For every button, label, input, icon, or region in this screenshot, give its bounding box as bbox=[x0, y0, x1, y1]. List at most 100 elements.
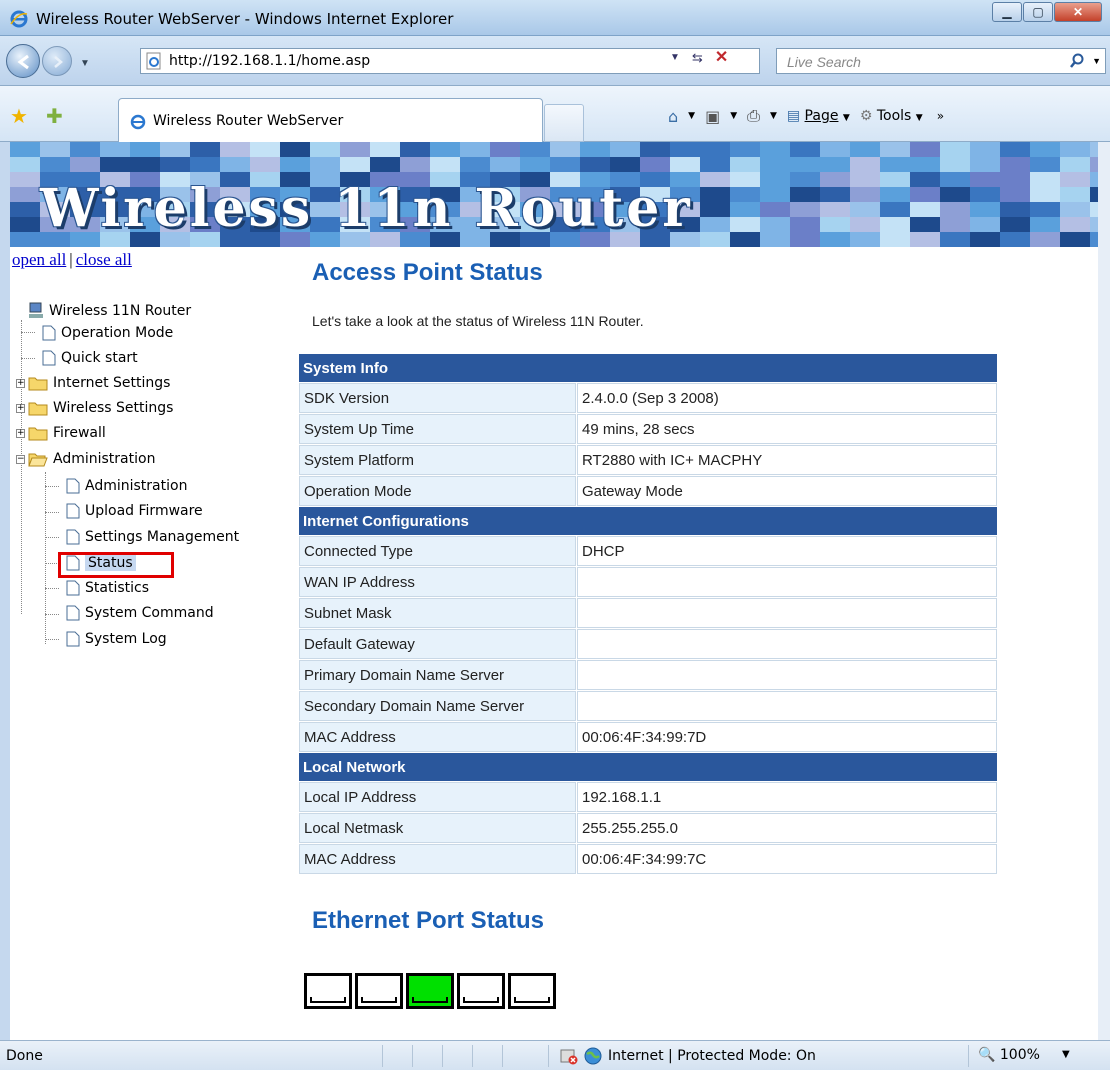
expand-plus-icon[interactable]: + bbox=[16, 428, 25, 438]
row-value: 00:06:4F:34:99:7C bbox=[577, 844, 997, 874]
row-label: SDK Version bbox=[299, 383, 576, 413]
add-favorites-icon[interactable]: ✚ bbox=[46, 104, 63, 129]
sidebar-item-label: Administration bbox=[53, 451, 156, 467]
sidebar-item-wireless-settings[interactable]: + Wireless Settings bbox=[16, 397, 173, 419]
forward-button[interactable] bbox=[42, 46, 72, 76]
row-label: Operation Mode bbox=[299, 476, 576, 506]
open-all-link[interactable]: open all bbox=[12, 250, 66, 269]
folder-open-icon bbox=[28, 453, 48, 467]
close-all-link[interactable]: close all bbox=[76, 250, 132, 269]
sidebar-item-administration-folder[interactable]: − Administration bbox=[16, 448, 155, 470]
sidebar-item-upload-firmware[interactable]: Upload Firmware bbox=[66, 500, 203, 522]
folder-icon bbox=[28, 402, 48, 416]
row-value: 2.4.0.0 (Sep 3 2008) bbox=[577, 383, 997, 413]
row-label: MAC Address bbox=[299, 844, 576, 874]
row-label: MAC Address bbox=[299, 722, 576, 752]
row-value bbox=[577, 629, 997, 659]
new-tab-button[interactable] bbox=[544, 104, 584, 142]
ethernet-port-title: Ethernet Port Status bbox=[312, 907, 545, 934]
page-icon bbox=[66, 580, 80, 596]
sidebar-item-system-command[interactable]: System Command bbox=[66, 602, 214, 624]
intro-text: Let's take a look at the status of Wirel… bbox=[312, 313, 644, 329]
browser-statusbar: Done Internet | Protected Mode: On 🔍 100… bbox=[0, 1040, 1110, 1070]
page-icon bbox=[66, 529, 80, 545]
feeds-dropdown-icon[interactable]: ▼ bbox=[730, 111, 737, 121]
search-input[interactable]: Live Search ▼ bbox=[776, 48, 1106, 74]
feeds-icon[interactable]: ▣ bbox=[705, 107, 720, 126]
row-value bbox=[577, 598, 997, 628]
section-header-row: System Info bbox=[299, 354, 997, 382]
home-dropdown-icon[interactable]: ▼ bbox=[688, 111, 695, 121]
refresh-icon[interactable]: ⇆ bbox=[692, 50, 703, 67]
url-dropdown-icon[interactable]: ▼ bbox=[670, 52, 680, 67]
row-value: Gateway Mode bbox=[577, 476, 997, 506]
router-computer-icon bbox=[29, 302, 43, 318]
row-label: WAN IP Address bbox=[299, 567, 576, 597]
sidebar-item-quick-start[interactable]: Quick start bbox=[42, 347, 138, 369]
sidebar-item-firewall[interactable]: + Firewall bbox=[16, 422, 106, 444]
sidebar-item-internet-settings[interactable]: + Internet Settings bbox=[16, 372, 170, 394]
search-options-dropdown-icon[interactable]: ▼ bbox=[1092, 56, 1101, 66]
tools-menu[interactable]: ⚙ Tools ▼ bbox=[860, 108, 923, 124]
minimize-button[interactable]: ▁ bbox=[992, 2, 1022, 22]
search-icon[interactable] bbox=[1069, 53, 1085, 69]
status-highlight-box bbox=[58, 552, 174, 578]
zoom-dropdown-icon[interactable]: ▼ bbox=[1062, 1049, 1070, 1060]
recent-pages-dropdown-icon[interactable]: ▼ bbox=[80, 58, 90, 69]
expand-plus-icon[interactable]: + bbox=[16, 378, 25, 388]
sidebar-item-settings-management[interactable]: Settings Management bbox=[66, 526, 239, 548]
sidebar-item-label: Operation Mode bbox=[61, 325, 174, 341]
close-window-button[interactable]: ✕ bbox=[1054, 2, 1102, 22]
security-zone[interactable]: Internet | Protected Mode: On bbox=[560, 1047, 816, 1065]
table-row: MAC Address 00:06:4F:34:99:7C bbox=[299, 844, 997, 874]
section-header: System Info bbox=[299, 354, 997, 382]
tree-root[interactable]: Wireless 11N Router bbox=[28, 300, 191, 322]
back-button[interactable] bbox=[6, 44, 40, 78]
tab-toolbar: ★ ✚ Wireless Router WebServer ⌂ ▼ ▣ ▼ ⎙ ▼ ▤… bbox=[0, 86, 1110, 142]
home-icon[interactable]: ⌂ bbox=[668, 107, 678, 126]
table-row: SDK Version 2.4.0.0 (Sep 3 2008) bbox=[299, 383, 997, 413]
banner-brand-text: Wireless 11n Router bbox=[40, 178, 693, 239]
table-row: Default Gateway bbox=[299, 629, 997, 659]
favorites-star-icon[interactable]: ★ bbox=[10, 104, 28, 129]
vertical-scrollbar[interactable] bbox=[1098, 142, 1110, 1040]
sidebar-item-label: Upload Firmware bbox=[85, 503, 203, 519]
address-toolbar: ▼ http://192.168.1.1/home.asp ▼ ⇆ ✕ Live… bbox=[0, 36, 1110, 86]
stop-icon[interactable]: ✕ bbox=[715, 47, 728, 67]
row-value bbox=[577, 691, 997, 721]
row-value: 255.255.255.0 bbox=[577, 813, 997, 843]
address-field[interactable]: http://192.168.1.1/home.asp bbox=[140, 48, 760, 74]
page-icon bbox=[42, 325, 56, 341]
ethernet-ports bbox=[304, 973, 556, 1009]
tab-ie-icon bbox=[130, 114, 146, 130]
tab-wireless-router[interactable]: Wireless Router WebServer bbox=[118, 98, 543, 142]
print-icon[interactable]: ⎙ bbox=[747, 106, 760, 126]
sidebar-item-statistics[interactable]: Statistics bbox=[66, 577, 149, 599]
window-title: Wireless Router WebServer - Windows Inte… bbox=[36, 10, 454, 28]
sidebar-item-operation-mode[interactable]: Operation Mode bbox=[42, 322, 173, 344]
section-header-row: Internet Configurations bbox=[299, 507, 997, 535]
row-label: Secondary Domain Name Server bbox=[299, 691, 576, 721]
tree-controls-separator: | bbox=[69, 250, 73, 269]
page-menu[interactable]: ▤ Page ▼ bbox=[787, 108, 850, 124]
sidebar-item-label: Wireless Settings bbox=[53, 400, 174, 416]
print-dropdown-icon[interactable]: ▼ bbox=[770, 111, 777, 121]
sidebar-item-system-log[interactable]: System Log bbox=[66, 628, 167, 650]
maximize-button[interactable]: ▢ bbox=[1023, 2, 1053, 22]
section-header: Internet Configurations bbox=[299, 507, 997, 535]
row-value bbox=[577, 567, 997, 597]
row-label: Primary Domain Name Server bbox=[299, 660, 576, 690]
table-row: MAC Address 00:06:4F:34:99:7D bbox=[299, 722, 997, 752]
more-chevron-icon[interactable]: » bbox=[937, 109, 944, 123]
zoom-level[interactable]: 🔍 100% bbox=[978, 1047, 1040, 1063]
row-value bbox=[577, 660, 997, 690]
search-placeholder: Live Search bbox=[787, 54, 861, 70]
page-icon bbox=[66, 631, 80, 647]
sidebar-item-label: Firewall bbox=[53, 425, 106, 441]
sidebar-item-administration[interactable]: Administration bbox=[66, 475, 187, 497]
collapse-minus-icon[interactable]: − bbox=[16, 454, 25, 464]
status-table: System Info SDK Version 2.4.0.0 (Sep 3 200… bbox=[298, 353, 998, 875]
expand-plus-icon[interactable]: + bbox=[16, 403, 25, 413]
page-icon bbox=[66, 478, 80, 494]
row-label: Local Netmask bbox=[299, 813, 576, 843]
